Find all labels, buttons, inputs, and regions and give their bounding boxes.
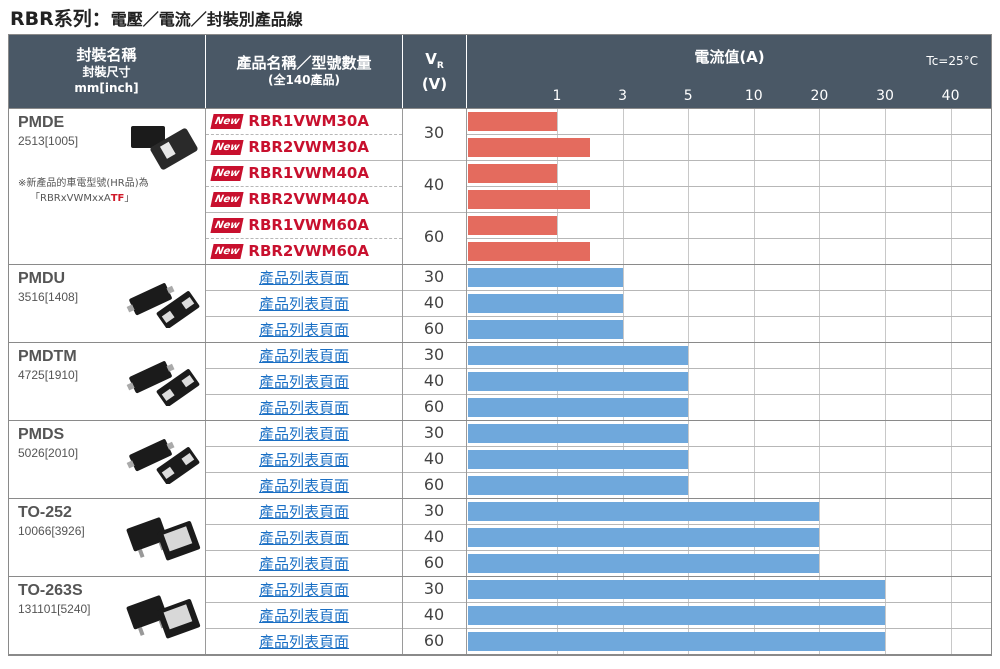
title-series: RBR系列：: [10, 8, 111, 30]
product-lineup-table: 封裝名稱 封裝尺寸 mm[inch] 產品名稱／型號數量 (全140產品) VR…: [8, 34, 992, 659]
title-subtitle: 電壓／電流／封裝別產品線: [110, 10, 303, 29]
table-border: [8, 34, 992, 656]
page-title: RBR系列：電壓／電流／封裝別產品線: [10, 4, 303, 31]
